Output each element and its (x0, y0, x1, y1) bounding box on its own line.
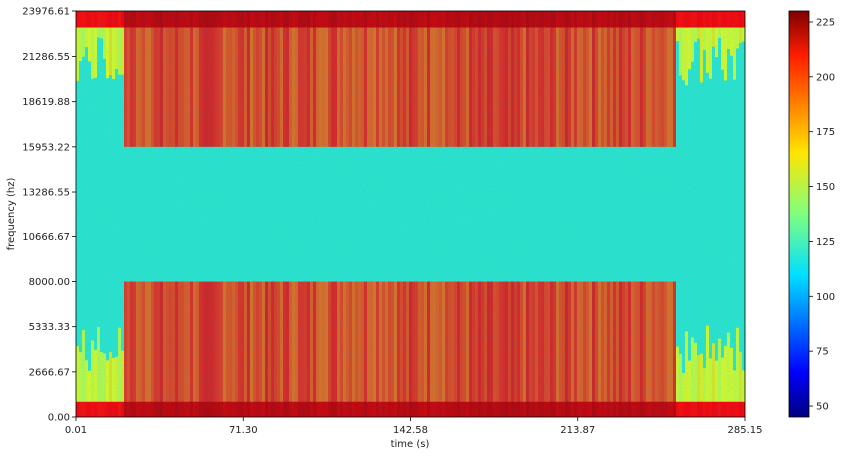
colorbar-tick-label: 100 (816, 292, 835, 303)
x-tick-label: 71.30 (229, 425, 258, 436)
colorbar-tick-label: 75 (816, 347, 829, 358)
x-tick-label: 285.15 (728, 425, 763, 436)
y-tick-label: 5333.33 (29, 322, 70, 333)
x-tick-label: 142.58 (393, 425, 428, 436)
x-tick-label: 213.87 (560, 425, 595, 436)
y-tick-label: 18619.88 (22, 97, 70, 108)
x-axis: 0.01 71.30 142.58 213.87 285.15 (65, 417, 763, 436)
x-tick-label: 0.01 (65, 425, 87, 436)
y-axis: 0.00 2666.67 5333.33 8000.00 10666.67 13286.5… (22, 7, 76, 424)
y-tick-label: 8000.00 (29, 277, 70, 288)
colorbar-gradient (788, 10, 810, 418)
colorbar-tick-label: 150 (816, 182, 835, 193)
colorbar-tick-label: 125 (816, 237, 835, 248)
y-tick-label: 23976.61 (22, 7, 70, 18)
y-tick-label: 2666.67 (29, 367, 70, 378)
colorbar-tick-label: 225 (816, 17, 835, 28)
colorbar-tick-label: 200 (816, 72, 835, 83)
spectrogram-plot-area (75, 10, 746, 418)
y-tick-label: 0.00 (48, 413, 70, 424)
x-axis-label: time (s) (391, 439, 430, 450)
colorbar: 50 75 100 125 150 175 200 225 (788, 10, 835, 418)
colorbar-tick-label: 175 (816, 127, 835, 138)
colorbar-tick-label: 50 (816, 402, 829, 413)
y-tick-label: 13286.55 (22, 188, 70, 199)
y-tick-label: 15953.22 (22, 142, 70, 153)
y-tick-label: 21286.55 (22, 52, 70, 63)
spectrogram-figure: 0.00 2666.67 5333.33 8000.00 10666.67 13286.5… (6, 7, 835, 451)
colorbar-ticks: 50 75 100 125 150 175 200 225 (809, 17, 835, 413)
y-tick-label: 10666.67 (22, 232, 70, 243)
y-axis-label: frequency (hz) (6, 178, 17, 251)
spectrogram-noise (76, 11, 745, 417)
